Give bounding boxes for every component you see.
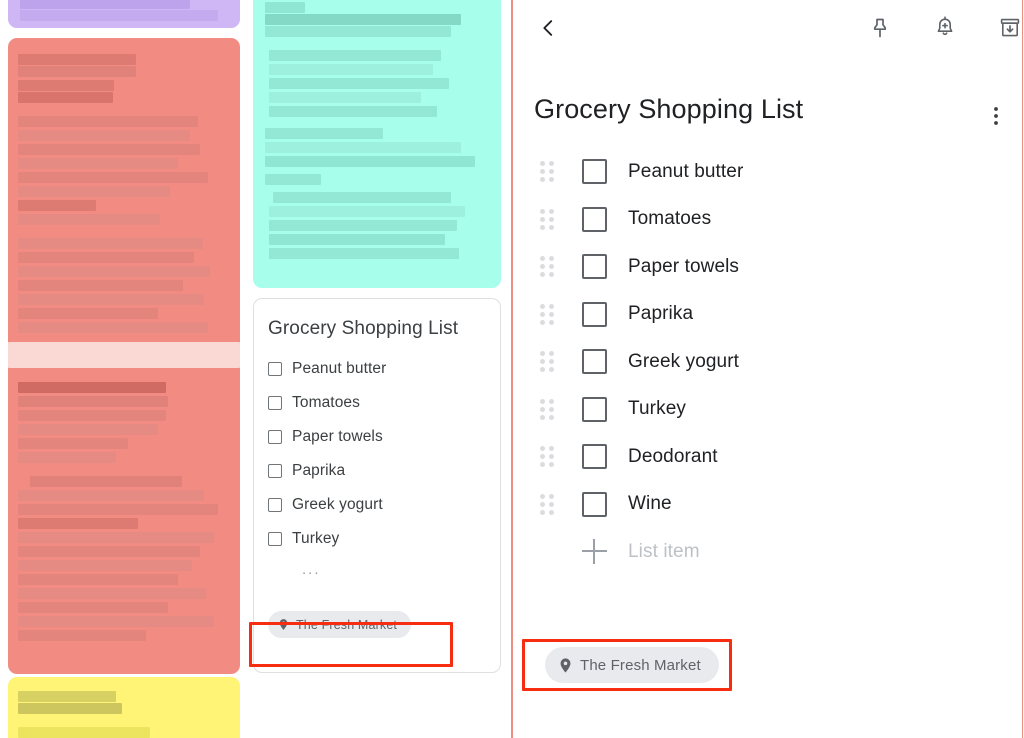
- notes-grid-column-middle: Grocery Shopping List Peanut butter Toma…: [252, 0, 504, 738]
- archive-button[interactable]: [990, 8, 1024, 48]
- pin-icon: [873, 18, 887, 38]
- drag-handle-icon[interactable]: [538, 161, 556, 183]
- checkbox-icon[interactable]: [582, 396, 607, 422]
- list-item-label: Turkey: [628, 398, 686, 420]
- note-card-truncation: ...: [302, 561, 321, 578]
- list-item-label: Paper towels: [628, 255, 740, 277]
- checkbox-icon[interactable]: [268, 532, 282, 546]
- keep-note-screen: Grocery Shopping List Peanut butter Toma…: [0, 0, 1024, 738]
- drag-handle-icon[interactable]: [538, 446, 556, 468]
- note-card-purple[interactable]: [8, 0, 240, 28]
- note-card-item-label: Greek yogurt: [292, 496, 383, 513]
- list-item[interactable]: Peanut butter: [514, 148, 1022, 196]
- drag-handle-icon[interactable]: [538, 208, 556, 230]
- checkbox-icon[interactable]: [582, 491, 607, 517]
- note-card-item[interactable]: Turkey: [268, 522, 486, 556]
- list-item[interactable]: Turkey: [514, 386, 1022, 434]
- checkbox-icon[interactable]: [582, 349, 607, 375]
- location-chip-label: The Fresh Market: [580, 656, 701, 674]
- drag-handle-icon[interactable]: [538, 256, 556, 278]
- list-item[interactable]: Paprika: [514, 291, 1022, 339]
- drag-handle-icon[interactable]: [538, 398, 556, 420]
- list-item-label: Peanut butter: [628, 160, 744, 182]
- drag-handle-icon[interactable]: [538, 351, 556, 373]
- checkbox-icon[interactable]: [268, 362, 282, 376]
- note-card-title: Grocery Shopping List: [268, 318, 459, 339]
- note-card-item[interactable]: Paprika: [268, 454, 486, 488]
- note-card-salmon[interactable]: [8, 38, 240, 674]
- note-card-item-label: Paprika: [292, 462, 346, 479]
- drag-handle-icon[interactable]: [538, 493, 556, 515]
- checkbox-icon[interactable]: [268, 498, 282, 512]
- note-detail-pane: Grocery Shopping List Peanut butter Toma…: [514, 0, 1022, 738]
- panel-divider-left: [511, 0, 513, 738]
- list-item[interactable]: Paper towels: [514, 243, 1022, 291]
- location-pin-icon: [279, 619, 288, 630]
- note-card-item[interactable]: Paper towels: [268, 420, 486, 454]
- list-item[interactable]: Wine: [514, 481, 1022, 529]
- checkbox-icon[interactable]: [582, 206, 607, 232]
- more-vertical-icon: [994, 107, 998, 125]
- location-chip[interactable]: The Fresh Market: [268, 611, 412, 638]
- note-card-item-label: Turkey: [292, 530, 340, 547]
- note-card-item-label: Peanut butter: [292, 360, 387, 377]
- checkbox-icon[interactable]: [268, 430, 282, 444]
- page-title: Grocery Shopping List: [534, 94, 804, 124]
- note-detail-toolbar: [514, 0, 1022, 56]
- location-chip-label: The Fresh Market: [296, 617, 398, 632]
- pin-button[interactable]: [860, 8, 900, 48]
- redacted-content: [8, 38, 240, 674]
- list-item[interactable]: Tomatoes: [514, 196, 1022, 244]
- note-card-yellow[interactable]: [8, 677, 240, 738]
- note-card-item[interactable]: Peanut butter: [268, 352, 486, 386]
- back-arrow-icon: [543, 20, 553, 36]
- location-pin-icon: [560, 657, 571, 673]
- list-item-label: Tomatoes: [628, 208, 712, 230]
- note-detail-list: Peanut butter Tomatoes Paper towels Papr…: [514, 148, 1022, 576]
- list-item-label: Paprika: [628, 303, 694, 325]
- note-card-item-label: Tomatoes: [292, 394, 360, 411]
- notes-grid-column-left: [0, 0, 240, 738]
- checkbox-icon[interactable]: [582, 301, 607, 327]
- drag-handle-icon[interactable]: [538, 303, 556, 325]
- redacted-content: [253, 0, 501, 288]
- more-options-button[interactable]: [978, 98, 1014, 134]
- checkbox-icon[interactable]: [582, 444, 607, 470]
- list-item-label: Greek yogurt: [628, 350, 740, 372]
- checkbox-icon[interactable]: [582, 159, 607, 185]
- note-card-location-chip-wrap: The Fresh Market: [268, 611, 412, 638]
- add-list-item-row[interactable]: List item: [514, 528, 1022, 576]
- redacted-content: [8, 677, 240, 738]
- redacted-content: [8, 0, 240, 28]
- add-reminder-button[interactable]: [925, 8, 965, 48]
- list-item-label: Wine: [628, 493, 672, 515]
- note-card-item-label: Paper towels: [292, 428, 383, 445]
- add-list-item-placeholder: List item: [628, 540, 700, 562]
- checkbox-icon[interactable]: [582, 254, 607, 280]
- back-button[interactable]: [528, 8, 568, 48]
- list-item-label: Deodorant: [628, 445, 718, 467]
- detail-location-chip-wrap: The Fresh Market: [545, 647, 719, 683]
- add-reminder-bell-icon: [937, 16, 953, 36]
- location-chip[interactable]: The Fresh Market: [545, 647, 719, 683]
- archive-icon: [1000, 18, 1020, 37]
- list-item[interactable]: Deodorant: [514, 433, 1022, 481]
- note-card-teal[interactable]: [253, 0, 501, 288]
- list-item[interactable]: Greek yogurt: [514, 338, 1022, 386]
- plus-icon: [582, 539, 607, 565]
- checkbox-icon[interactable]: [268, 396, 282, 410]
- note-card-item[interactable]: Tomatoes: [268, 386, 486, 420]
- note-card-grocery-shopping-list[interactable]: Grocery Shopping List Peanut butter Toma…: [253, 298, 501, 673]
- checkbox-icon[interactable]: [268, 464, 282, 478]
- note-card-item[interactable]: Greek yogurt: [268, 488, 486, 522]
